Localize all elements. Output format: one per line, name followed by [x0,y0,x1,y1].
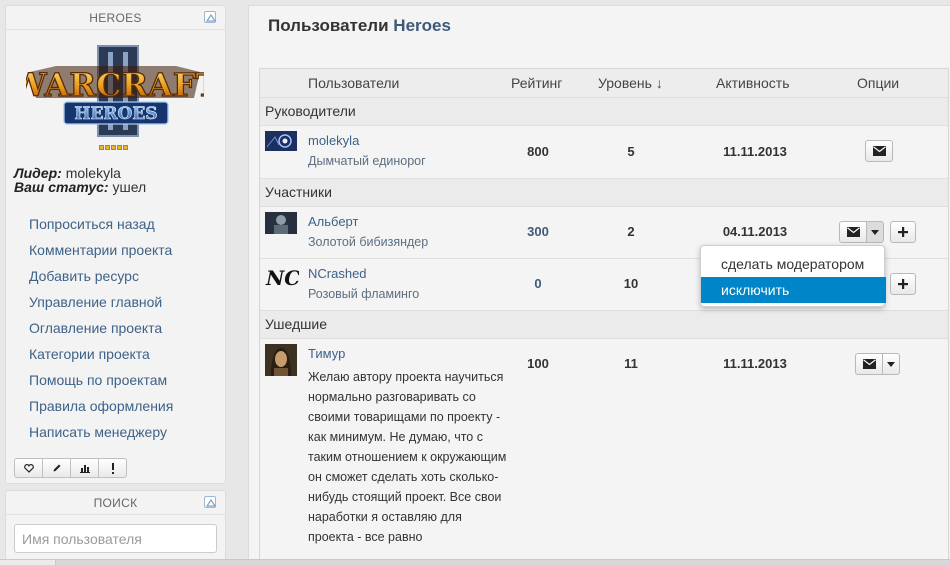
logo-rank-dots [99,145,139,151]
sidebar: HEROES WARCRAFT [5,5,226,565]
user-rating: 100 [527,356,549,371]
collapse-icon[interactable] [204,496,217,508]
menu-item-comments[interactable]: Комментарии проекта [29,237,173,263]
menu-item-contents[interactable]: Оглавление проекта [29,315,173,341]
project-tool-buttons [14,458,127,478]
main-content: Пользователи Heroes Пользователи Рейтинг… [248,5,950,565]
menu-item-ask-back[interactable]: Попроситься назад [29,211,173,237]
member-options-dropdown: сделать модератором исключить [700,245,886,307]
user-avatar[interactable]: NC [265,265,299,291]
column-activity[interactable]: Активность [716,70,790,96]
send-message-button[interactable] [855,353,883,375]
report-button[interactable] [98,458,127,478]
menu-item-rules[interactable]: Правила оформления [29,393,173,419]
group-leaders: Руководители [260,98,948,126]
page-title: Пользователи Heroes [268,16,451,35]
plus-icon [898,279,908,289]
user-activity: 11.11.2013 [723,356,787,371]
menu-item-categories[interactable]: Категории проекта [29,341,173,367]
caret-down-icon [871,229,879,235]
member-options-toggle[interactable] [866,221,884,243]
column-users[interactable]: Пользователи [308,70,399,96]
heart-icon [23,463,34,473]
search-panel: ПОИСК [5,490,226,565]
column-rating[interactable]: Рейтинг [511,70,562,96]
user-name-link[interactable]: Альберт [308,214,358,229]
status-value: ушел [112,179,147,195]
project-logo: WARCRAFT HEROES [26,45,204,137]
make-moderator-option[interactable]: сделать модератором [701,251,886,277]
project-menu: Попроситься назад Комментарии проекта До… [29,211,173,445]
user-title: Дымчатый единорог [308,154,426,168]
user-level: 10 [623,276,639,291]
message-button-group [855,353,900,375]
menu-item-write-manager[interactable]: Написать менеджеру [29,419,173,445]
exclude-member-option[interactable]: исключить [701,277,886,303]
menu-item-help[interactable]: Помощь по проектам [29,367,173,393]
send-message-button[interactable] [865,140,893,162]
member-options-toggle[interactable] [882,353,900,375]
collapse-icon[interactable] [204,11,217,23]
table-header: Пользователи Рейтинг Уровень ↓ Активност… [260,69,948,98]
message-button-group [839,221,884,243]
user-leave-comment: Желаю автору проекта научиться нормально… [308,370,507,544]
project-panel-title: HEROES [89,11,142,25]
user-title: Розовый фламинго [308,287,420,301]
user-level: 5 [627,144,635,159]
scrollbar-thumb[interactable] [0,560,56,565]
user-rating: 0 [534,276,542,291]
envelope-icon [872,146,886,156]
group-left: Ушедшие [260,311,948,339]
svg-text:HEROES: HEROES [74,104,157,124]
user-avatar[interactable] [265,131,297,151]
table-row-timur: Тимур Желаю автору проекта научиться нор… [260,339,948,565]
user-name-link[interactable]: Тимур [308,346,345,361]
search-panel-title: ПОИСК [93,496,138,510]
status-label: Ваш статус: [14,179,109,195]
send-message-button[interactable] [839,221,867,243]
edit-button[interactable] [42,458,71,478]
project-panel-header: HEROES [6,6,225,30]
project-name[interactable]: Heroes [393,16,451,35]
project-panel: HEROES WARCRAFT [5,5,226,484]
promote-button[interactable] [890,273,916,295]
promote-button[interactable] [890,221,916,243]
menu-item-manage-main[interactable]: Управление главной [29,289,173,315]
menu-item-add-resource[interactable]: Добавить ресурс [29,263,173,289]
caret-down-icon [887,361,895,367]
favorite-button[interactable] [14,458,43,478]
user-rating: 300 [527,224,549,239]
column-level[interactable]: Уровень ↓ [598,70,663,96]
bottom-scrollbar[interactable] [0,559,950,565]
username-search-input[interactable] [14,524,217,553]
user-name-link[interactable]: NCrashed [308,266,367,281]
user-activity: 11.11.2013 [723,144,787,159]
user-level: 11 [624,356,638,371]
users-table: Пользователи Рейтинг Уровень ↓ Активност… [259,68,949,565]
stats-button[interactable] [70,458,99,478]
alert-icon [111,462,114,474]
user-avatar[interactable] [265,212,297,234]
user-title: Золотой бибизяндер [308,235,429,249]
user-activity: 04.11.2013 [722,224,788,239]
svg-text:WARCRAFT: WARCRAFT [26,66,204,104]
edit-icon [53,464,60,472]
table-row-molekyla: molekyla Дымчатый единорог 800 5 11.11.2… [260,126,948,179]
plus-icon [898,227,908,237]
user-name-link[interactable]: molekyla [308,133,359,148]
svg-text:NC: NC [265,266,299,290]
leader-info: Лидер: molekyla Ваш статус: ушел [14,166,146,194]
envelope-icon [846,227,860,237]
column-options: Опции [857,75,900,91]
user-level: 2 [627,224,635,239]
stats-icon [79,465,90,473]
envelope-icon [862,359,876,369]
search-panel-header: ПОИСК [6,491,225,515]
group-members: Участники [260,179,948,207]
user-avatar[interactable] [265,344,297,376]
user-rating: 800 [527,144,549,159]
